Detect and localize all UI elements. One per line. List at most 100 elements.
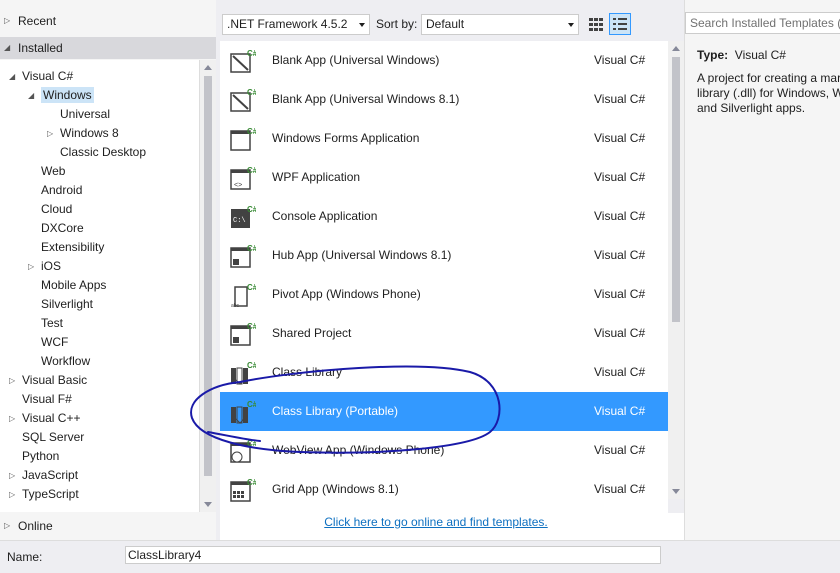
tree-scrollbar[interactable] [200,60,216,512]
svg-text:C#: C# [247,322,256,331]
tree-item[interactable]: DXCore [41,219,84,238]
chevron-down-icon [568,23,574,27]
collapsed-arrow-icon[interactable]: ▷ [9,409,15,428]
grid-view-button[interactable] [586,14,606,35]
tree-item[interactable]: ◢ Visual C# [9,67,73,86]
template-row[interactable]: abc C# Pivot App (Windows Phone) Visual C# [220,275,668,314]
online-templates-area: Click here to go online and find templat… [220,513,684,540]
sort-dropdown[interactable]: Default [421,14,579,35]
tree-item[interactable]: ▷ iOS [28,257,61,276]
tree-item[interactable]: Cloud [41,200,72,219]
recent-section[interactable]: ▷ Recent [0,10,216,32]
scroll-down-icon[interactable] [672,489,680,494]
scroll-up-icon[interactable] [204,65,212,70]
tree-item[interactable]: Silverlight [41,295,93,314]
windows-forms-icon: C# [230,126,258,152]
template-row[interactable]: C# Blank App (Universal Windows) Visual C# [220,41,668,80]
tree-scroll-thumb[interactable] [204,76,212,476]
tree-item-label: Mobile Apps [41,278,107,292]
template-name: Pivot App (Windows Phone) [272,287,421,301]
grid-app-icon: C# [230,477,258,503]
installed-section[interactable]: ◢ Installed [0,37,216,59]
tree-item-label: Android [41,183,83,197]
tree-item[interactable]: Web [41,162,65,181]
template-row[interactable]: C# WebView App (Windows Phone) Visual C# [220,431,668,470]
tree-item[interactable]: Workflow [41,352,90,371]
scroll-up-icon[interactable] [672,46,680,51]
project-name-bar: Name: ClassLibrary4 [0,540,840,573]
template-scroll-thumb[interactable] [672,57,680,322]
template-language: Visual C# [594,92,646,106]
template-row[interactable]: C# Class Library Visual C# [220,353,668,392]
template-language: Visual C# [594,443,646,457]
framework-dropdown[interactable]: .NET Framework 4.5.2 [222,14,370,35]
tree-item[interactable]: SQL Server [22,428,84,447]
template-list: C# Blank App (Universal Windows) Visual C#… [220,41,668,513]
tree-item-label: DXCore [41,221,84,235]
tree-item[interactable]: Python [22,447,59,466]
tree-item[interactable]: Universal [60,105,110,124]
collapsed-arrow-icon[interactable]: ▷ [9,485,15,504]
tree-item[interactable]: ▷ Visual Basic [9,371,88,390]
template-row[interactable]: C# Hub App (Universal Windows 8.1) Visual … [220,236,668,275]
tree-item[interactable]: Visual F# [22,390,72,409]
grid-view-icon [589,18,603,31]
template-language: Visual C# [594,248,646,262]
collapsed-arrow-icon: ▷ [4,521,11,530]
tree-item[interactable]: ◢ Windows [28,86,94,105]
template-row[interactable]: C:\C# Console Application Visual C# [220,197,668,236]
template-name: WebView App (Windows Phone) [272,443,445,457]
expanded-arrow-icon[interactable]: ◢ [9,67,15,86]
svg-text:C#: C# [247,166,256,175]
expanded-arrow-icon[interactable]: ◢ [28,86,34,105]
project-name-input[interactable]: ClassLibrary4 [125,546,661,564]
tree-item[interactable]: ▷ TypeScript [9,485,79,504]
template-row[interactable]: C# Grid App (Windows 8.1) Visual C# [220,470,668,509]
template-row[interactable]: C# Class Library (Portable) Visual C# [220,392,668,431]
template-list-scrollbar[interactable] [668,41,684,499]
collapsed-arrow-icon[interactable]: ▷ [28,257,34,276]
console-icon: C:\C# [230,204,258,230]
tree-item[interactable]: ▷ Visual C++ [9,409,80,428]
collapsed-arrow-icon[interactable]: ▷ [47,124,53,143]
tree-item[interactable]: Test [41,314,63,333]
tree-item-label: Visual Basic [22,373,88,387]
wpf-icon: <> C# [230,165,258,191]
template-language: Visual C# [594,365,646,379]
template-row[interactable]: C# Windows Forms Application Visual C# [220,119,668,158]
name-label: Name: [7,550,43,564]
online-templates-link[interactable]: Click here to go online and find templat… [324,515,547,529]
tree-item-label: Silverlight [41,297,94,311]
tree-item-label: Cloud [41,202,73,216]
blank-app-icon: C# [230,87,258,113]
list-view-button[interactable] [609,13,631,35]
template-row[interactable]: C# Blank App (Universal Windows 8.1) Visua… [220,80,668,119]
tree-item[interactable]: Mobile Apps [41,276,106,295]
collapsed-arrow-icon[interactable]: ▷ [9,371,15,390]
tree-item-label: Extensibility [41,240,105,254]
tree-item[interactable]: ▷ Windows 8 [47,124,119,143]
template-name: Console Application [272,209,378,223]
svg-text:C#: C# [247,361,256,370]
template-categories-panel: ▷ Recent ◢ Installed ◢ Visual C# ◢ Windows U… [0,0,216,540]
svg-text:abc: abc [231,303,240,308]
template-row[interactable]: C# Shared Project Visual C# [220,314,668,353]
template-language: Visual C# [594,482,646,496]
tree-item-label: WCF [41,335,69,349]
shared-project-icon: C# [230,321,258,347]
hub-app-icon: C# [230,243,258,269]
collapsed-arrow-icon[interactable]: ▷ [9,466,15,485]
template-description: A project for creating a mar library (.d… [697,71,840,115]
tree-item[interactable]: Extensibility [41,238,104,257]
tree-item[interactable]: Android [41,181,82,200]
online-section[interactable]: ▷ Online [0,515,216,537]
sort-value: Default [426,17,465,31]
template-row[interactable]: <> C# WPF Application Visual C# [220,158,668,197]
search-templates-input[interactable]: Search Installed Templates (C [685,12,840,34]
tree-item[interactable]: Classic Desktop [60,143,146,162]
tree-item-label: Workflow [41,354,91,368]
scroll-down-icon[interactable] [204,502,212,507]
tree-item[interactable]: ▷ JavaScript [9,466,78,485]
template-name: Class Library (Portable) [272,404,399,418]
tree-item[interactable]: WCF [41,333,68,352]
